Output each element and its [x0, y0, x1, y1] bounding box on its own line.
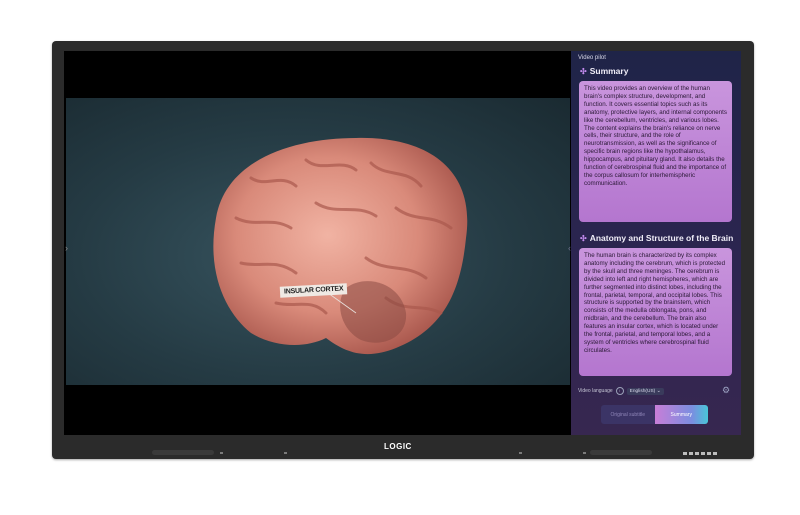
- summary-text: This video provides an overview of the h…: [584, 85, 727, 187]
- brand-logo: LOGIC: [384, 442, 412, 451]
- port-icon: [701, 452, 705, 455]
- front-ports: [683, 452, 717, 455]
- anatomy-card: The human brain is characterized by its …: [579, 248, 732, 376]
- speaker-grille-left: [152, 450, 214, 455]
- screen: INSULAR CORTEX › ‹ Video pilot ✣ Summary…: [64, 51, 741, 435]
- chevron-left-icon[interactable]: ›: [65, 243, 68, 253]
- video-language-row: Video language i English(US) ⌄: [578, 387, 664, 395]
- indicator-dot: [583, 452, 586, 454]
- gear-icon[interactable]: ⚙: [721, 385, 731, 395]
- summary-heading-text: Summary: [589, 66, 629, 76]
- summary-heading: ✣ Summary: [580, 66, 628, 76]
- anatomy-heading: ✣ Anatomy and Structure of the Brain: [580, 233, 733, 243]
- indicator-dot: [519, 452, 522, 454]
- video-language-label: Video language: [578, 388, 613, 394]
- panel-title: Video pilot: [578, 55, 606, 61]
- port-icon: [695, 452, 699, 455]
- tab-summary-label: Summary: [670, 411, 692, 418]
- tv-frame: INSULAR CORTEX › ‹ Video pilot ✣ Summary…: [52, 41, 754, 459]
- sparkle-icon: ✣: [580, 66, 587, 76]
- view-tabs: Original subtitle Summary: [601, 405, 708, 424]
- indicator-dot: [284, 452, 287, 454]
- port-icon: [707, 452, 711, 455]
- port-icon: [713, 452, 717, 455]
- tab-summary[interactable]: Summary: [654, 405, 708, 424]
- port-icon: [683, 452, 687, 455]
- sparkle-icon: ✣: [580, 233, 587, 243]
- video-pilot-panel: ‹ Video pilot ✣ Summary This video provi…: [568, 51, 741, 435]
- speaker-grille-right: [590, 450, 652, 455]
- summary-card: This video provides an overview of the h…: [579, 81, 732, 222]
- brain-image: [213, 137, 468, 355]
- anatomy-text: The human brain is characterized by its …: [584, 252, 726, 354]
- anatomy-heading-text: Anatomy and Structure of the Brain: [589, 233, 734, 243]
- info-icon[interactable]: i: [615, 387, 624, 395]
- video-frame: INSULAR CORTEX: [66, 98, 570, 385]
- indicator-dot: [220, 452, 223, 454]
- chevron-down-icon: ⌄: [656, 388, 661, 394]
- tab-original-subtitle[interactable]: Original subtitle: [601, 405, 655, 424]
- tab-original-label: Original subtitle: [610, 411, 645, 418]
- video-player[interactable]: INSULAR CORTEX ›: [64, 51, 571, 435]
- language-select[interactable]: English(US) ⌄: [626, 387, 664, 395]
- panel-collapse-icon[interactable]: ‹: [568, 243, 571, 253]
- port-icon: [689, 452, 693, 455]
- language-value: English(US): [629, 388, 656, 394]
